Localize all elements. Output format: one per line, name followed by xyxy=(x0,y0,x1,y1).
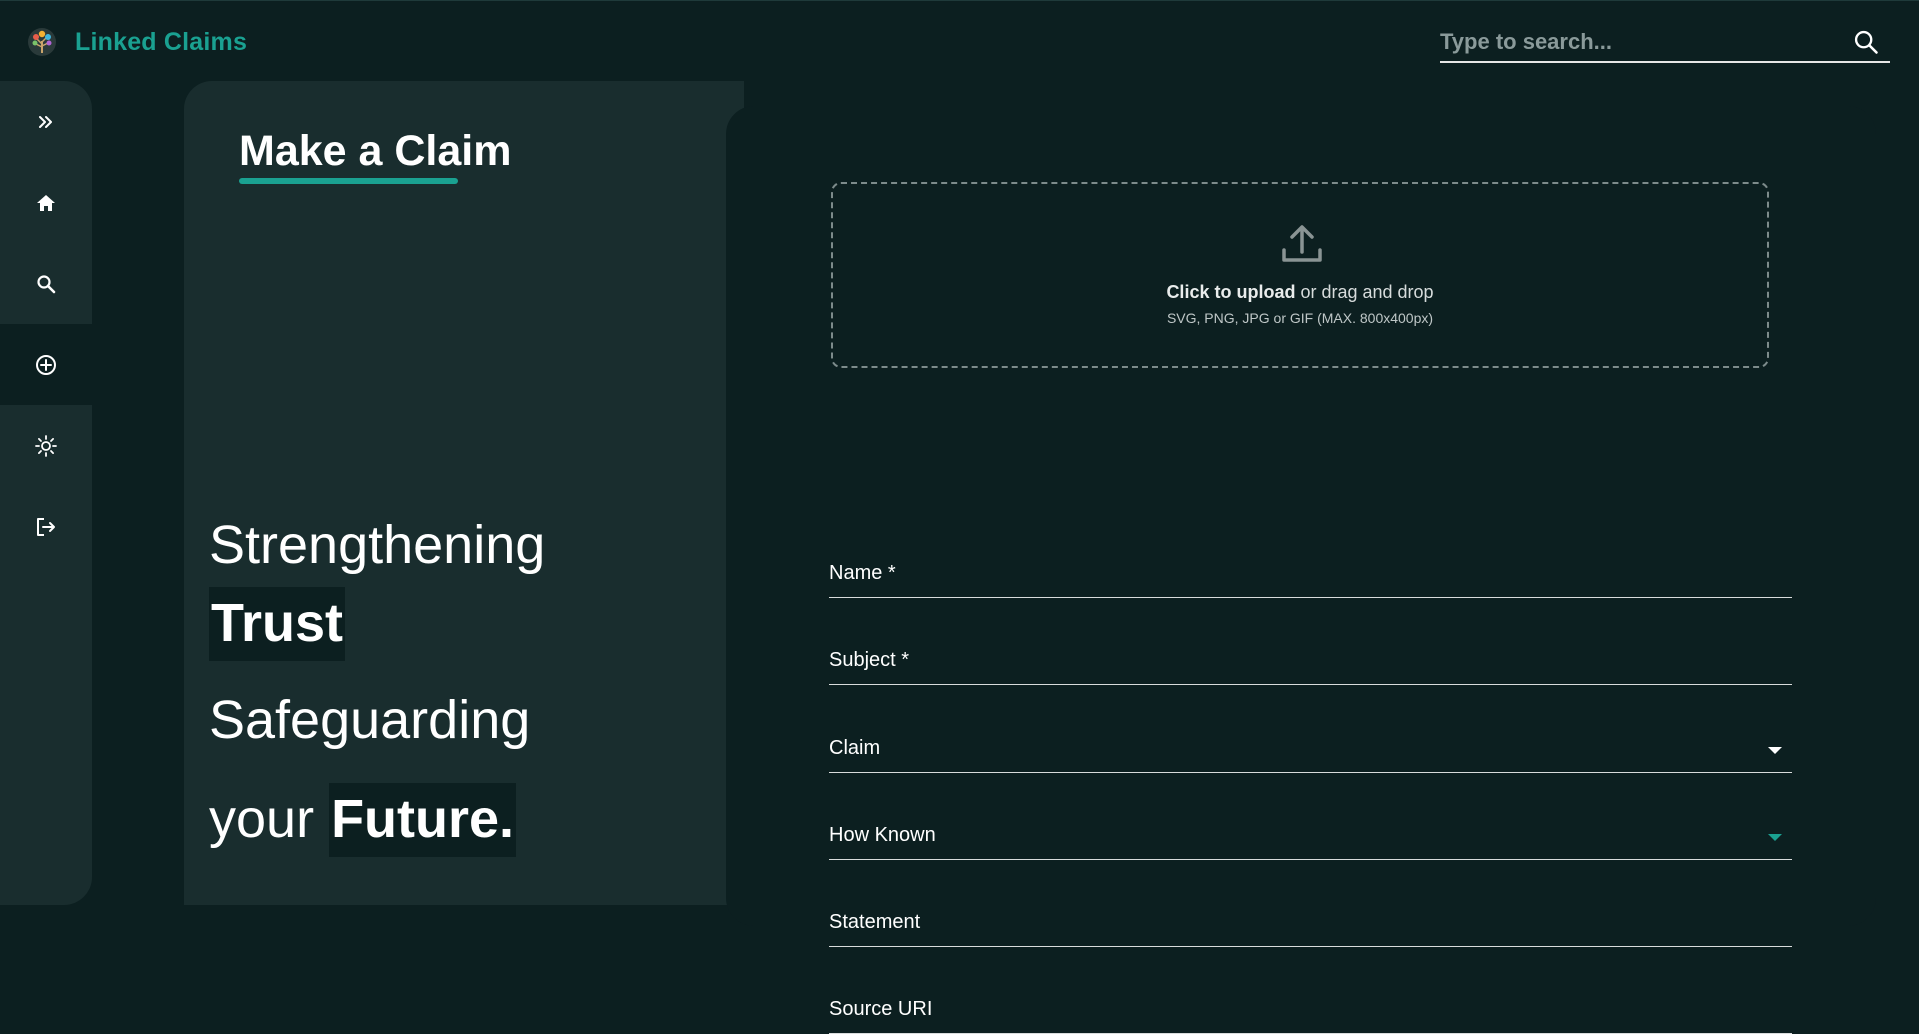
search-icon xyxy=(37,274,56,293)
sidebar-item-add-claim[interactable] xyxy=(0,324,92,405)
tree-logo-icon xyxy=(28,28,56,56)
sidebar-item-expand[interactable] xyxy=(0,81,92,162)
sidebar-item-home[interactable] xyxy=(0,162,92,243)
tagline-prefix: your xyxy=(209,789,315,849)
tagline-line-2: Trust xyxy=(209,587,346,661)
sun-theme-icon xyxy=(35,434,57,457)
statement-field[interactable]: Statement xyxy=(829,907,1792,947)
upload-hint: SVG, PNG, JPG or GIF (MAX. 800x400px) xyxy=(1166,310,1434,326)
how-known-select[interactable]: How Known xyxy=(829,820,1792,860)
tagline-line-1: Strengthening xyxy=(209,515,546,575)
logout-icon xyxy=(37,517,55,536)
statement-label: Statement xyxy=(829,911,921,933)
subject-label: Subject * xyxy=(829,649,910,671)
sidebar-item-theme[interactable] xyxy=(0,405,92,486)
subject-field[interactable]: Subject * xyxy=(829,645,1792,685)
sidebar-item-search[interactable] xyxy=(0,243,92,324)
chevron-down-icon xyxy=(1768,747,1782,754)
upload-drag-text: or drag and drop xyxy=(1295,282,1434,302)
app-name: Linked Claims xyxy=(75,27,248,56)
sidebar-item-logout[interactable] xyxy=(0,486,92,567)
source-url-field[interactable]: Source URI xyxy=(829,994,1792,1034)
tagline-line-3: Safeguarding xyxy=(209,690,531,750)
tagline-highlight-trust: Trust xyxy=(209,587,346,661)
title-underline xyxy=(239,178,458,184)
chevron-down-icon xyxy=(1768,834,1782,841)
search-icon[interactable] xyxy=(1852,28,1880,56)
tagline-line-4: your Future. xyxy=(209,783,517,857)
upload-dropzone[interactable]: Click to upload or drag and drop SVG, PN… xyxy=(831,182,1769,368)
claim-form: Click to upload or drag and drop SVG, PN… xyxy=(726,106,1876,1034)
upload-instruction: Click to upload or drag and drop xyxy=(833,282,1767,303)
search-box xyxy=(1440,23,1890,63)
hero-panel: Make a Claim Strengthening Trust Safegua… xyxy=(184,81,744,905)
claim-select[interactable]: Claim xyxy=(829,733,1792,773)
add-circle-icon xyxy=(36,354,56,375)
how-known-label: How Known xyxy=(829,824,936,846)
source-url-label: Source URI xyxy=(829,998,933,1020)
page-title: Make a Claim xyxy=(239,127,512,175)
top-bar: Linked Claims xyxy=(0,0,1919,81)
name-label: Name * xyxy=(829,562,896,584)
home-icon xyxy=(37,194,55,211)
upload-icon xyxy=(1282,225,1322,262)
upload-click-text[interactable]: Click to upload xyxy=(1166,282,1295,302)
expand-double-chevron-icon xyxy=(39,115,52,128)
search-input[interactable] xyxy=(1440,27,1840,57)
claim-label: Claim xyxy=(829,737,881,759)
name-field[interactable]: Name * xyxy=(829,558,1792,598)
tagline-highlight-future: Future. xyxy=(329,783,517,857)
brand[interactable]: Linked Claims xyxy=(27,27,247,57)
sidebar xyxy=(0,81,92,905)
